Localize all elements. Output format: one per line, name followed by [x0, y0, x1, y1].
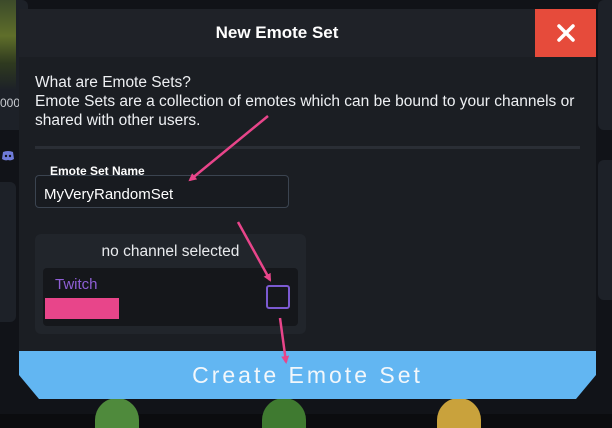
dialog-header: New Emote Set: [19, 9, 596, 57]
background-emote-card: [598, 0, 612, 130]
twitch-platform-label: Twitch: [55, 276, 98, 293]
emote-set-name-input[interactable]: [35, 175, 289, 208]
intro-text: What are Emote Sets? Emote Sets are a co…: [35, 73, 585, 130]
background-emote-card: [598, 160, 612, 300]
channel-selector: no channel selected Twitch: [35, 234, 306, 334]
intro-heading: What are Emote Sets?: [35, 74, 191, 91]
divider: [35, 146, 580, 149]
channel-name-redacted: [45, 298, 119, 319]
channel-status: no channel selected: [101, 243, 240, 260]
new-emote-set-dialog: New Emote Set What are Emote Sets? Emote…: [19, 9, 596, 399]
channel-select-checkbox[interactable]: [266, 285, 290, 309]
background-emote-thumbnail: [0, 0, 16, 90]
background-emote-thumbnail: [262, 398, 306, 428]
background-emote-thumbnail: [95, 398, 139, 428]
close-icon: [556, 23, 576, 43]
dialog-title: New Emote Set: [215, 23, 339, 42]
close-button[interactable]: [535, 9, 596, 57]
background-emote-thumbnail: [437, 398, 481, 428]
create-emote-set-button[interactable]: Create Emote Set: [19, 351, 596, 399]
background-emote-card: [0, 182, 16, 322]
intro-description: Emote Sets are a collection of emotes wh…: [35, 93, 575, 129]
background-emote-count: 000: [0, 96, 21, 110]
channel-row-twitch[interactable]: Twitch: [43, 268, 298, 326]
discord-icon: [2, 151, 14, 161]
